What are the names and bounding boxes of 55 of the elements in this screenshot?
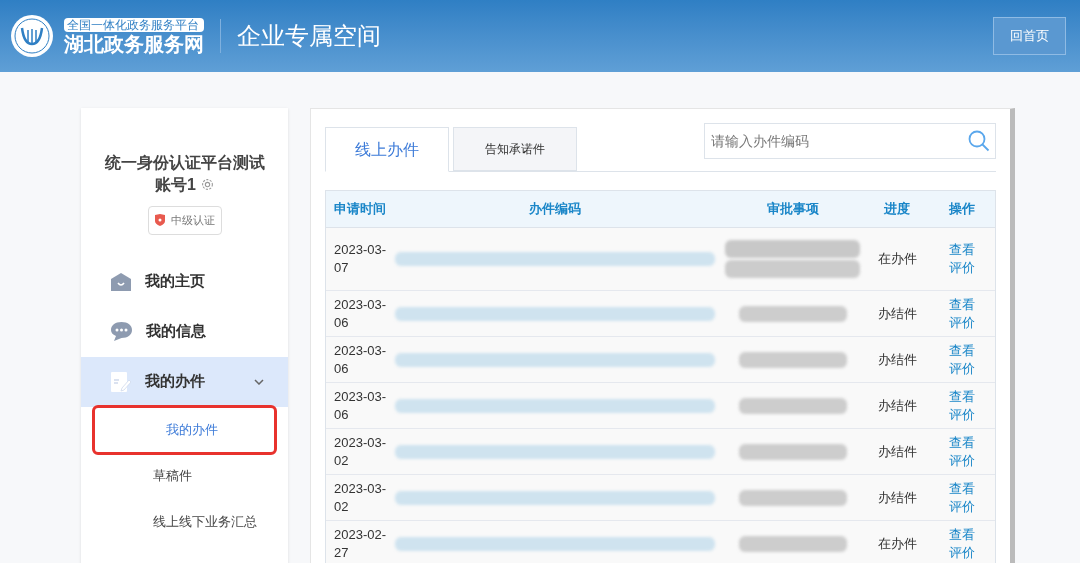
lyre-logo-icon (10, 14, 54, 58)
progress-cell-text: 办结件 (876, 442, 918, 461)
tab[interactable]: 线上办件 (325, 127, 449, 172)
column-header: 操作 (948, 200, 976, 219)
sidebar-subitem[interactable]: 线上线下业务汇总 (81, 498, 288, 545)
progress-cell-text: 在办件 (876, 534, 918, 553)
date-cell-text: 2023-03-07 (333, 241, 388, 277)
sidebar-item[interactable]: 我的办件 (81, 356, 288, 407)
home-icon (111, 272, 131, 291)
column-header: 审批事项 (765, 200, 820, 219)
progress-cell-text: 办结件 (876, 304, 918, 323)
action-link[interactable]: 查看 (949, 525, 975, 544)
action-link[interactable]: 评价 (949, 313, 975, 332)
sidebar-subitem[interactable]: 我的办件 (94, 406, 275, 453)
date-cell-text: 2023-03-02 (333, 433, 388, 470)
page-title: 企业专属空间 (237, 21, 381, 51)
column-header: 进度 (883, 200, 911, 219)
badge-label: 中级认证 (170, 213, 215, 228)
tab[interactable]: 告知承诺件 (453, 127, 577, 171)
home-button[interactable]: 回首页 (993, 17, 1066, 55)
column-header: 办件编码 (528, 200, 582, 219)
search-field[interactable]: 请输入办件编码 (704, 123, 996, 159)
action-link[interactable]: 查看 (949, 433, 975, 452)
action-link[interactable]: 查看 (949, 387, 975, 406)
shield-icon (154, 214, 165, 227)
date-cell-text: 2023-03-06 (333, 387, 388, 424)
action-link[interactable]: 查看 (949, 241, 975, 259)
logo-tagline: 全国一体化政务服务平台 (64, 18, 204, 32)
sidebar-item[interactable]: 我的主页 (81, 256, 288, 307)
settings-icon (200, 178, 214, 191)
date-cell-text: 2023-03-02 (333, 479, 388, 516)
action-link[interactable]: 查看 (949, 479, 975, 498)
date-cell-text: 2023-03-06 (333, 341, 388, 378)
date-cell-text: 2023-02-27 (333, 525, 388, 562)
progress-cell-text: 办结件 (876, 350, 918, 369)
account-name: 统一身份认证平台测试账号1 (103, 153, 266, 195)
date-cell-text: 2023-03-06 (333, 295, 388, 332)
action-link[interactable]: 查看 (949, 341, 975, 360)
logo-name: 湖北政务服务网 (64, 34, 204, 54)
column-header: 申请时间 (333, 200, 387, 219)
action-link[interactable]: 评价 (949, 259, 975, 277)
sidebar-item[interactable]: 我的信息 (81, 306, 288, 357)
edit-document-icon (111, 371, 131, 392)
action-link[interactable]: 评价 (949, 405, 975, 424)
progress-cell-text: 在办件 (876, 250, 918, 269)
progress-cell-text: 办结件 (876, 396, 918, 415)
chat-icon (111, 322, 132, 341)
action-link[interactable]: 评价 (949, 359, 975, 378)
search-icon[interactable] (968, 130, 990, 152)
action-link[interactable]: 查看 (949, 295, 975, 314)
sidebar-subitem[interactable]: 草稿件 (81, 452, 288, 499)
action-link[interactable]: 评价 (949, 543, 975, 562)
action-link[interactable]: 评价 (949, 497, 975, 516)
progress-cell-text: 办结件 (876, 488, 918, 507)
action-link[interactable]: 评价 (949, 451, 975, 470)
